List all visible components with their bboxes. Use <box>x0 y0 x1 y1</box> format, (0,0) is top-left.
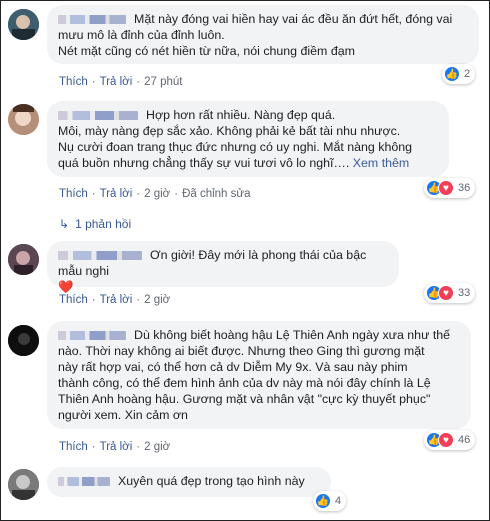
comment-text-line: người xem. Xin cảm ơn <box>58 408 188 422</box>
heart-emoji: ❤️ <box>58 280 74 294</box>
avatar[interactable] <box>8 325 39 356</box>
timestamp[interactable]: 2 giờ <box>144 441 170 453</box>
comment-text-line: nào. Thời nay không ai biết được. Nhưng … <box>58 344 425 358</box>
reaction-summary[interactable]: 👍 4 <box>313 491 347 511</box>
comment-text-line: mưu mô là đỉnh của đỉnh luôn. <box>58 28 225 42</box>
reaction-summary[interactable]: 👍 ♥ 46 <box>424 430 476 450</box>
like-reaction-icon: 👍 <box>444 66 460 82</box>
comment-bubble: Ơn giời! Đây mới là phong thái của bậc m… <box>47 241 399 294</box>
comment-bubble: Mặt này đóng vai hiền hay vai ác đều ăn … <box>47 5 479 64</box>
avatar[interactable] <box>8 469 39 500</box>
comment-text-line: Mặt này đóng vai hiền hay vai ác đều ăn … <box>134 12 453 26</box>
comment-actions: Thích · Trả lời · 27 phút <box>59 76 183 88</box>
commenter-name[interactable] <box>58 251 142 261</box>
comment-text-line: quá buồn nhưng chẳng thấy sự vui tươi vô… <box>58 156 350 170</box>
comment-text-line: Môi, mày nàng đẹp sắc xảo. Không phải kẻ… <box>58 124 401 138</box>
avatar-image <box>8 469 39 500</box>
comment-text-line: Hợp hơn rất nhiều. Nàng đẹp quá. <box>146 108 336 122</box>
avatar-image <box>8 325 39 356</box>
comment-actions: Thích · Trả lời · 2 giờ <box>59 441 171 453</box>
reaction-summary[interactable]: 👍 2 <box>442 64 476 84</box>
avatar[interactable] <box>8 9 39 40</box>
reaction-count: 36 <box>458 182 471 194</box>
commenter-name[interactable] <box>58 331 126 341</box>
love-reaction-icon: ♥ <box>438 432 454 448</box>
comment-text-line: Nét mặt cũng có nét hiền từ nữa, nói chu… <box>58 44 355 58</box>
love-reaction-icon: ♥ <box>438 180 454 196</box>
reaction-count: 33 <box>458 287 471 299</box>
love-reaction-icon: ♥ <box>438 285 454 301</box>
comment-bubble: Dù không biết hoàng hậu Lệ Thiên Anh ngà… <box>47 321 471 429</box>
commenter-name[interactable] <box>58 15 126 25</box>
reaction-count: 2 <box>464 68 471 80</box>
reply-link[interactable]: Trả lời <box>100 188 133 200</box>
comment-text-line: Nụ cười đoan trang thục đức nhưng có uy … <box>58 140 413 154</box>
avatar[interactable] <box>8 104 39 135</box>
comment-text-line: này rất hợp vai, có thể hơn cả dv Diễm M… <box>58 360 408 374</box>
timestamp[interactable]: 27 phút <box>144 76 182 88</box>
reaction-summary[interactable]: 👍 ♥ 36 <box>424 178 476 198</box>
reply-link[interactable]: Trả lời <box>100 76 133 88</box>
see-more-link[interactable]: Xem thêm <box>353 156 409 170</box>
reply-link[interactable]: Trả lời <box>100 294 133 306</box>
reply-arrow-icon: ↳ <box>59 217 70 231</box>
reaction-count: 4 <box>335 495 342 507</box>
timestamp[interactable]: 2 giờ <box>144 294 170 306</box>
like-reaction-icon: 👍 <box>315 493 331 509</box>
reaction-count: 46 <box>458 434 471 446</box>
like-link[interactable]: Thích <box>59 188 88 200</box>
like-link[interactable]: Thích <box>59 294 88 306</box>
view-replies-link[interactable]: ↳ 1 phản hồi <box>59 217 131 231</box>
comment-actions: Thích · Trả lời · 2 giờ <box>59 294 171 306</box>
replies-count-label: 1 phản hồi <box>75 217 132 231</box>
timestamp[interactable]: 2 giờ <box>144 188 170 200</box>
avatar-image <box>8 104 39 135</box>
comment-bubble: Hợp hơn rất nhiều. Nàng đẹp quá. Môi, mà… <box>47 101 449 177</box>
like-link[interactable]: Thích <box>59 441 88 453</box>
comment-text-line: thành công, có thể đem hình ảnh của dv n… <box>58 376 431 390</box>
reply-link[interactable]: Trả lời <box>100 441 133 453</box>
avatar-image <box>8 244 39 275</box>
reaction-summary[interactable]: 👍 ♥ 33 <box>424 283 476 303</box>
like-link[interactable]: Thích <box>59 76 88 88</box>
avatar[interactable] <box>8 244 39 275</box>
comment-text-line: Xuyên quá đẹp trong tạo hình này <box>118 474 305 488</box>
comment-actions: Thích · Trả lời · 2 giờ · Đã chỉnh sửa <box>59 188 251 200</box>
comment-text-line: Dù không biết hoàng hậu Lệ Thiên Anh ngà… <box>134 328 451 342</box>
avatar-image <box>8 9 39 40</box>
comment-text-line: Thiên Anh hoàng hậu. Gương mặt và nhân v… <box>58 392 431 406</box>
commenter-name[interactable] <box>58 477 110 487</box>
comment-bubble: Xuyên quá đẹp trong tạo hình này <box>47 467 331 497</box>
commenter-name[interactable] <box>58 111 138 121</box>
edited-label[interactable]: Đã chỉnh sửa <box>182 188 250 200</box>
